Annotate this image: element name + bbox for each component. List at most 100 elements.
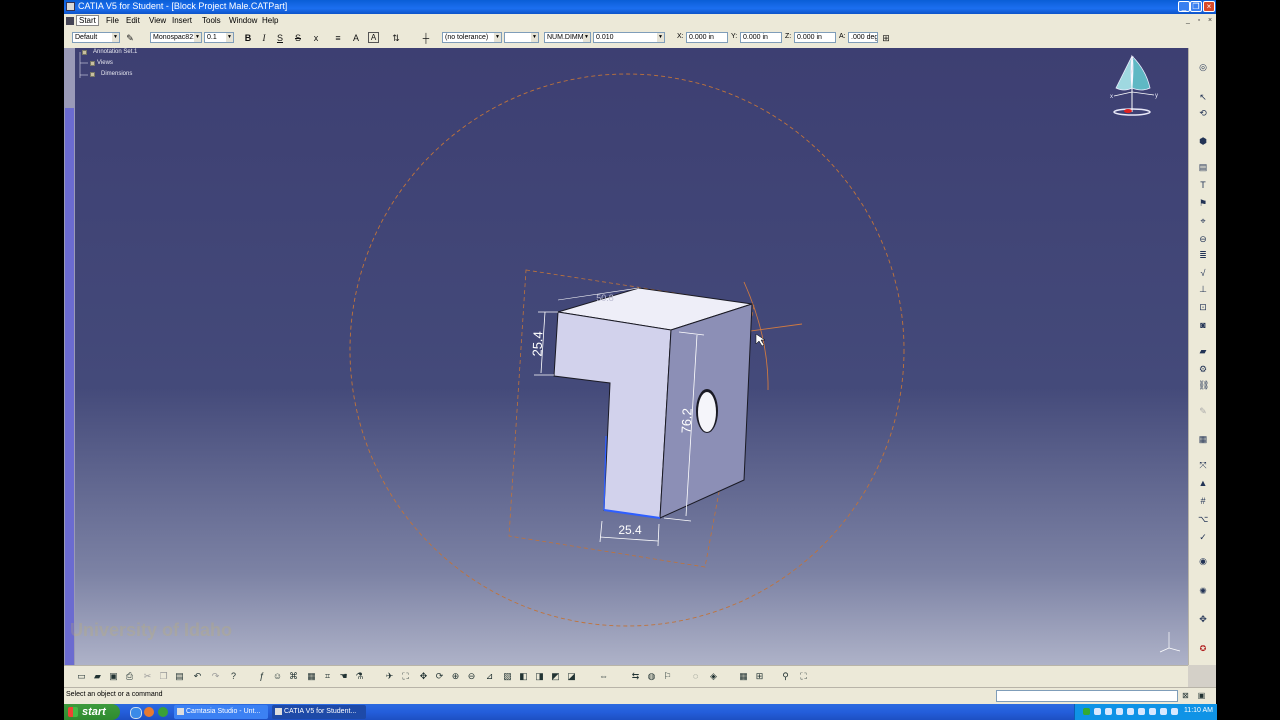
weld-icon[interactable]: ⊡ — [1198, 302, 1208, 312]
sketch-icon[interactable]: ◎ — [1198, 62, 1208, 72]
undo-icon[interactable]: ↶ — [192, 671, 203, 682]
tray-display-icon[interactable] — [1127, 708, 1134, 715]
insert-symbol-icon[interactable]: ⇅ — [390, 32, 402, 44]
tray-shield-icon[interactable] — [1083, 708, 1090, 715]
tolerance-combo[interactable]: (no tolerance) ▼ — [442, 32, 502, 43]
menu-insert[interactable]: Insert — [172, 16, 192, 25]
menu-tools[interactable]: Tools — [202, 16, 221, 25]
analysis-icon[interactable]: ⚗ — [354, 671, 365, 682]
dimension-line-icon[interactable]: ┼ — [420, 32, 432, 44]
redo-icon[interactable]: ↷ — [210, 671, 221, 682]
tray-usb-icon[interactable] — [1171, 708, 1178, 715]
z-coordinate-field[interactable]: 0.000 in — [794, 32, 836, 43]
measure-icon[interactable]: ▰ — [1198, 346, 1208, 356]
text-anchor-icon[interactable]: A — [350, 32, 362, 44]
rotate-icon[interactable]: ⟳ — [434, 671, 445, 682]
material-apply-icon[interactable]: ⚐ — [662, 671, 673, 682]
diameter-icon[interactable]: ⊖ — [1198, 234, 1208, 244]
paste-icon[interactable]: ▤ — [174, 671, 185, 682]
filter-icon[interactable]: ⌥ — [1198, 514, 1208, 524]
check-icon[interactable]: ✓ — [1198, 532, 1208, 542]
tray-update-icon[interactable] — [1138, 708, 1145, 715]
mdi-minimize-icon[interactable]: _ — [1184, 17, 1192, 25]
annotation-plane-icon[interactable]: ▤ — [1198, 162, 1208, 172]
measure-between-icon[interactable]: ⇔ — [598, 671, 609, 682]
command-close-icon[interactable]: ⊠ — [1180, 690, 1191, 701]
measure-item-icon[interactable]: ⇆ — [630, 671, 641, 682]
menu-window[interactable]: Window — [229, 16, 257, 25]
italic-button[interactable]: I — [258, 32, 270, 44]
roughness-icon[interactable]: √ — [1198, 268, 1208, 278]
material-icon[interactable]: ▲ — [1198, 478, 1208, 488]
firefox-icon[interactable] — [144, 707, 154, 717]
menu-edit[interactable]: Edit — [126, 16, 140, 25]
restore-button[interactable]: ❐ — [1190, 1, 1202, 12]
ie-icon[interactable] — [130, 707, 142, 719]
align-left-icon[interactable]: ≡ — [332, 32, 344, 44]
tray-clock[interactable]: 11:10 AM — [1184, 707, 1213, 714]
minimize-button[interactable]: _ — [1178, 1, 1190, 12]
select-arrow-icon[interactable]: ↖ — [1198, 92, 1208, 102]
dimension-type-combo[interactable]: NUM.DIMM ▼ — [544, 32, 591, 43]
cut-icon[interactable]: ✂ — [142, 671, 153, 682]
fit-all-icon[interactable]: ⛶ — [400, 671, 411, 682]
part-body-icon[interactable]: ⬢ — [1198, 136, 1208, 146]
angle-field[interactable]: .000 deg — [848, 32, 878, 43]
flag-note-icon[interactable]: ⚑ — [1198, 198, 1208, 208]
bold-button[interactable]: B — [242, 32, 254, 44]
save-icon[interactable]: ▣ — [108, 671, 119, 682]
update-icon[interactable]: ⟲ — [1198, 108, 1208, 118]
y-coordinate-field[interactable]: 0.000 in — [740, 32, 782, 43]
settings-icon[interactable]: ✺ — [1198, 586, 1208, 596]
geometry-link-icon[interactable]: ⛓ — [1198, 380, 1209, 390]
hide-show-icon[interactable]: ◩ — [550, 671, 561, 682]
menu-start[interactable]: Start — [76, 15, 99, 26]
menu-help[interactable]: Help — [262, 16, 278, 25]
tolerance-icon[interactable]: ≣ — [1198, 250, 1208, 260]
tray-bluetooth-icon[interactable] — [1116, 708, 1123, 715]
fly-mode-icon[interactable]: ✈ — [384, 671, 395, 682]
zoom-out-icon[interactable]: ⊖ — [466, 671, 477, 682]
tray-power-icon[interactable] — [1149, 708, 1156, 715]
model-canvas[interactable]: 25.4 76.2 25.4 50.8 z y x — [64, 48, 1188, 665]
start-button[interactable]: start — [64, 704, 120, 720]
pan-icon[interactable]: ✥ — [418, 671, 429, 682]
knowledge-icon[interactable]: ☺ — [272, 671, 283, 682]
title-bar[interactable]: CATIA V5 for Student - [Block Project Ma… — [64, 0, 1216, 14]
menu-view[interactable]: View — [149, 16, 166, 25]
new-file-icon[interactable]: ▭ — [76, 671, 87, 682]
strikethrough-button[interactable]: S — [292, 32, 304, 44]
compass-icon[interactable] — [1113, 54, 1155, 116]
dimension-icon[interactable]: ⊥ — [1198, 284, 1208, 294]
grid-options-icon[interactable]: ⊞ — [754, 671, 765, 682]
open-folder-icon[interactable]: ▰ — [92, 671, 103, 682]
3d-compass-icon[interactable]: ◈ — [708, 671, 719, 682]
text-annotation-icon[interactable]: T — [1198, 180, 1208, 190]
constraint-icon[interactable]: ⚙ — [1198, 364, 1208, 374]
iso-view-icon[interactable]: ▧ — [502, 671, 513, 682]
hand-icon[interactable]: ☚ — [338, 671, 349, 682]
whats-this-icon[interactable]: ? — [228, 671, 239, 682]
style-edit-icon[interactable]: ✎ — [124, 32, 136, 44]
snap-icon[interactable]: ⌗ — [322, 671, 333, 682]
tray-network-icon[interactable] — [1094, 708, 1101, 715]
mdi-restore-icon[interactable]: ▫ — [1195, 17, 1203, 25]
catalog-icon[interactable]: ⌘ — [288, 671, 299, 682]
tray-volume-icon[interactable] — [1105, 708, 1112, 715]
hole[interactable] — [698, 392, 716, 432]
grid-icon[interactable]: ▦ — [738, 671, 749, 682]
measure-inertia-icon[interactable]: ◍ — [646, 671, 657, 682]
dimension-text-bottom[interactable]: 25.4 — [618, 523, 642, 537]
camera-icon[interactable]: ◉ — [1198, 556, 1208, 566]
3d-viewport[interactable]: Annotation Set.1 Views Dimensions 25.4 7… — [64, 48, 1188, 665]
table-icon[interactable]: ▦ — [306, 671, 317, 682]
capture-icon[interactable]: ◙ — [1198, 320, 1208, 330]
scan-icon[interactable]: ◌ — [690, 671, 701, 682]
dimension-text-left[interactable]: 25.4 — [530, 331, 546, 357]
annotation-capture-icon[interactable]: ⛶ — [798, 671, 809, 682]
notebook-icon[interactable]: ▦ — [1198, 434, 1208, 444]
task-catia[interactable]: CATIA V5 for Student... — [272, 705, 366, 719]
frame-icon[interactable]: A — [368, 32, 379, 43]
disabled-tool-icon[interactable]: ✎ — [1198, 406, 1208, 416]
render-icon[interactable]: ◨ — [534, 671, 545, 682]
